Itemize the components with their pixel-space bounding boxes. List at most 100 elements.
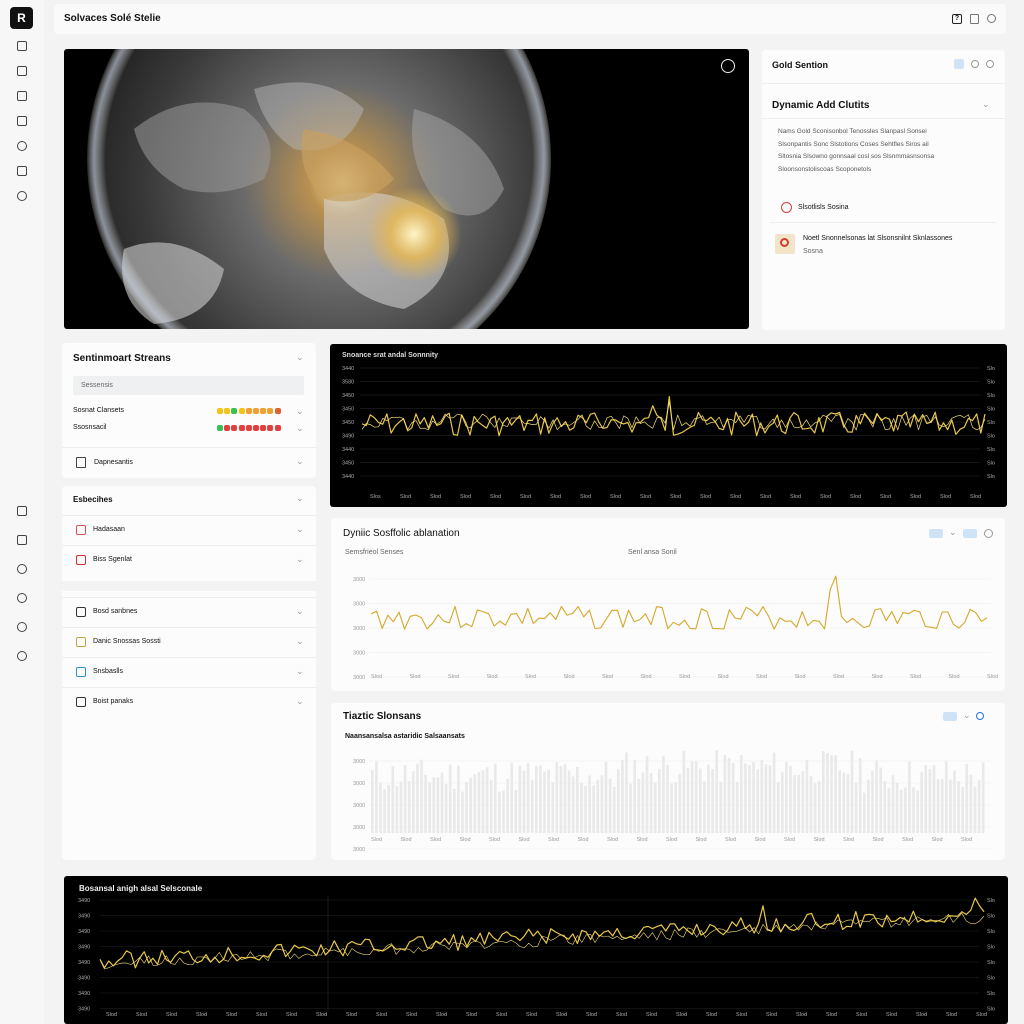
fullscreen-icon[interactable] bbox=[721, 59, 735, 73]
bar bbox=[662, 755, 665, 833]
x-tick-label: Slod bbox=[564, 674, 575, 680]
section-item-label[interactable]: Danic Snossas Sossti bbox=[93, 638, 161, 645]
bar bbox=[826, 753, 829, 833]
clock-icon[interactable] bbox=[17, 191, 27, 201]
x-tick-label: Slod bbox=[400, 494, 411, 500]
chevron-down-icon[interactable]: ⌄ bbox=[296, 456, 304, 467]
layers-icon[interactable] bbox=[17, 535, 27, 545]
section-item-label[interactable]: Hadasaan bbox=[93, 526, 125, 533]
section-item-icon bbox=[76, 525, 86, 535]
section-item-label[interactable]: Boist panaks bbox=[93, 698, 133, 705]
y-tick-label: 3000 bbox=[353, 675, 365, 681]
chevron-down-icon[interactable]: ⌄ bbox=[949, 527, 957, 538]
bar bbox=[703, 781, 706, 833]
right-panel: Gold Sention Dynamic Add Clutits ⌄ Slsot… bbox=[762, 50, 1005, 330]
section-item-label[interactable]: Bosd sanbnes bbox=[93, 608, 137, 615]
x-tick-label: Slod bbox=[610, 494, 621, 500]
section-gap bbox=[61, 581, 317, 591]
settings-icon[interactable] bbox=[987, 14, 996, 23]
folder-icon[interactable] bbox=[17, 166, 27, 176]
copy-icon[interactable] bbox=[970, 14, 979, 24]
bar bbox=[584, 785, 587, 833]
x-tick-label: Slod bbox=[755, 837, 766, 843]
bar bbox=[571, 776, 575, 833]
bar bbox=[895, 782, 899, 833]
section-item-label[interactable]: Snsbaslls bbox=[93, 668, 123, 675]
bar bbox=[461, 791, 464, 833]
app-logo[interactable]: R bbox=[10, 7, 33, 29]
bar bbox=[502, 790, 505, 833]
chevron-down-icon[interactable]: ⌄ bbox=[963, 710, 971, 721]
section-item-icon bbox=[76, 555, 86, 565]
bar bbox=[649, 773, 653, 833]
info-icon[interactable] bbox=[976, 712, 984, 720]
chart-sub-right: Senl ansa Sonil bbox=[628, 549, 677, 556]
app-title: Solvaces Solé Stelie bbox=[64, 13, 161, 24]
info-icon[interactable] bbox=[984, 529, 993, 538]
toggle-icon[interactable] bbox=[943, 712, 957, 721]
section-item-label[interactable]: Biss Sgenlat bbox=[93, 556, 132, 563]
y-tick-label: 3000 bbox=[353, 602, 365, 608]
bar bbox=[965, 763, 969, 833]
chevron-down-icon[interactable]: ⌄ bbox=[296, 423, 304, 434]
bar bbox=[436, 777, 440, 833]
earth-globe bbox=[87, 49, 551, 329]
y-tick-label: 3000 bbox=[353, 803, 365, 809]
bar bbox=[940, 778, 944, 833]
sentiment-search-input[interactable]: Sessensis bbox=[73, 376, 304, 395]
search-placeholder: Sessensis bbox=[81, 382, 113, 389]
bar bbox=[391, 766, 395, 833]
chevron-down-icon[interactable]: ⌄ bbox=[296, 636, 304, 647]
bar bbox=[473, 774, 477, 833]
chevron-down-icon[interactable]: ⌄ bbox=[296, 606, 304, 617]
settings-icon[interactable] bbox=[17, 564, 27, 574]
bar bbox=[793, 775, 796, 833]
bar bbox=[518, 765, 522, 833]
bar bbox=[387, 785, 390, 833]
more-icon[interactable] bbox=[986, 60, 994, 68]
y-tick-label-right: Slo bbox=[987, 447, 995, 453]
x-tick-label: Slod bbox=[696, 837, 707, 843]
chevron-down-icon[interactable]: ⌄ bbox=[982, 99, 990, 110]
x-tick-label: Slod bbox=[490, 494, 501, 500]
bar bbox=[949, 779, 952, 833]
earth-viewport[interactable] bbox=[64, 49, 749, 329]
chevron-down-icon[interactable]: ⌄ bbox=[296, 352, 304, 363]
toggle-icon[interactable] bbox=[929, 529, 943, 538]
chart-icon[interactable] bbox=[17, 116, 27, 126]
document-icon bbox=[76, 457, 86, 468]
chevron-down-icon[interactable]: ⌄ bbox=[296, 666, 304, 677]
chevron-down-icon[interactable]: ⌄ bbox=[296, 554, 304, 565]
x-tick-label: Slod bbox=[796, 1012, 807, 1018]
help-circle-icon[interactable] bbox=[17, 651, 27, 661]
bar bbox=[908, 761, 911, 833]
window-icon[interactable] bbox=[17, 91, 27, 101]
bar bbox=[731, 762, 735, 833]
chevron-down-icon[interactable]: ⌄ bbox=[296, 524, 304, 535]
bar bbox=[658, 768, 661, 833]
info-icon[interactable] bbox=[971, 60, 979, 68]
sentiment-dot bbox=[253, 425, 259, 431]
chevron-down-icon[interactable]: ⌄ bbox=[296, 696, 304, 707]
chart-type-icon[interactable] bbox=[963, 529, 977, 538]
document-icon[interactable] bbox=[17, 41, 27, 51]
bar bbox=[699, 768, 702, 833]
sync-icon[interactable] bbox=[954, 59, 964, 69]
bar bbox=[776, 782, 780, 833]
help-icon[interactable]: ? bbox=[952, 14, 962, 24]
item-sub: Sosna bbox=[803, 248, 823, 255]
extra-item-label[interactable]: Dapnesantis bbox=[94, 459, 133, 466]
inbox-icon[interactable] bbox=[17, 506, 27, 516]
divider bbox=[62, 447, 316, 448]
bar bbox=[858, 758, 862, 833]
timer-icon[interactable] bbox=[17, 622, 27, 632]
list-icon[interactable] bbox=[17, 66, 27, 76]
item-text[interactable]: Noetl Snonnelsonas lat Slsonsnilnt Sknla… bbox=[803, 235, 952, 242]
bar bbox=[637, 778, 641, 833]
globe-icon[interactable] bbox=[17, 593, 27, 603]
info-icon[interactable] bbox=[17, 141, 27, 151]
chevron-down-icon[interactable]: ⌄ bbox=[296, 406, 304, 417]
bar bbox=[924, 765, 928, 833]
x-tick-label: Slod bbox=[166, 1012, 177, 1018]
chevron-down-icon[interactable]: ⌄ bbox=[296, 493, 304, 504]
